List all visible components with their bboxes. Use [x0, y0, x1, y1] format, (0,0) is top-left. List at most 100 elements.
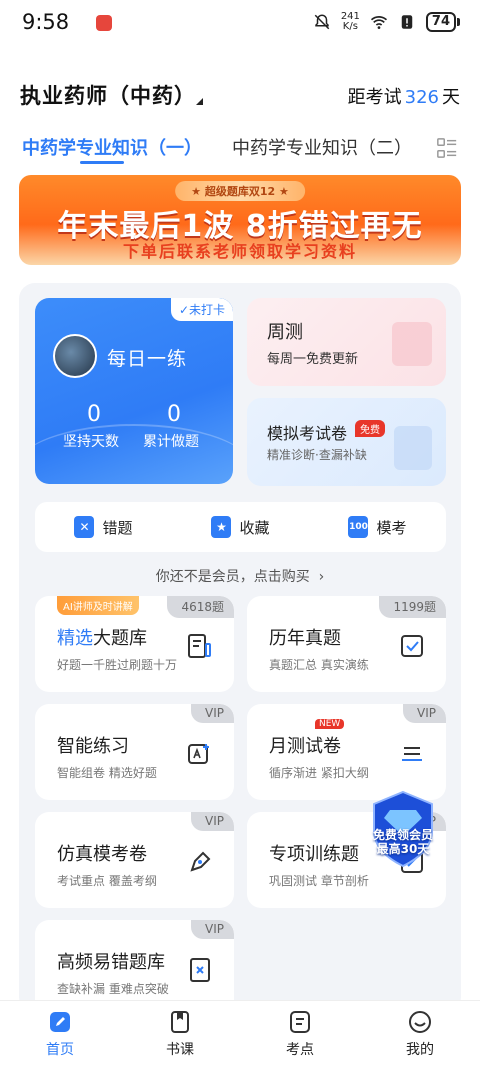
- banner-subtitle: 下单后联系老师领取学习资料: [122, 242, 357, 261]
- promo-banner[interactable]: ★ 超级题库双12 ★ 年末最后1波 8折错过再无 下单后联系老师领取学习资料: [19, 175, 461, 265]
- caret-down-icon[interactable]: [196, 98, 203, 105]
- nav-courses[interactable]: 书课: [140, 1009, 220, 1059]
- chevron-right-icon: ›: [314, 569, 325, 585]
- topic-training-subtitle: 巩固测试 章节剖析: [269, 874, 369, 888]
- mock-exam-subtitle: 精准诊断·查漏补缺: [267, 448, 367, 462]
- status-icons: 241 K/s 74: [313, 12, 460, 32]
- star-bookmark-icon: ★: [211, 516, 232, 538]
- status-time: 9:58: [22, 10, 70, 34]
- exam-selector[interactable]: 执业药师（中药）: [20, 80, 196, 110]
- free-membership-promo[interactable]: 免费领会员 最高30天: [360, 790, 446, 870]
- total-questions-label: 累计做题: [143, 434, 199, 450]
- countdown-suffix: 天: [442, 87, 460, 108]
- promo-line-2: 最高30天: [376, 842, 430, 856]
- promo-line-1: 免费领会员: [372, 828, 433, 842]
- exam-paper-icon: [394, 426, 432, 470]
- favorites-label: 收藏: [239, 518, 270, 537]
- mock-exam-title: 模拟考试卷: [267, 424, 348, 443]
- daily-practice-card[interactable]: ✓未打卡 每日一练 0 坚持天数 0 累计做题: [35, 298, 233, 484]
- quick-actions: ✕ 错题 ★ 收藏 100 模考: [35, 502, 446, 552]
- checkin-status-tag: ✓未打卡: [170, 298, 233, 321]
- avatar: [53, 334, 97, 378]
- promo-text: 免费领会员 最高30天: [360, 828, 446, 856]
- vip-tag: VIP: [403, 704, 446, 723]
- free-badge: 免费: [355, 420, 385, 437]
- simulated-exam-title: 仿真模考卷: [57, 844, 147, 865]
- topic-training-title: 专项训练题: [269, 844, 359, 865]
- list-icon: [402, 747, 422, 761]
- notebook-pen-icon: [188, 634, 211, 658]
- countdown-days: 326: [404, 87, 439, 108]
- tab-subject-2[interactable]: 中药学专业知识（二）: [232, 134, 412, 160]
- frequent-errors-title: 高频易错题库: [57, 952, 165, 973]
- past-exams-subtitle: 真题汇总 真实演练: [269, 658, 369, 672]
- alert-icon: [401, 15, 413, 29]
- title-rest: 大题库: [93, 628, 147, 649]
- question-count-tag: 1199题: [379, 596, 446, 618]
- smart-practice-subtitle: 智能组卷 精选好题: [57, 766, 157, 780]
- weekly-test-subtitle: 每周一免费更新: [267, 352, 359, 367]
- smart-practice-card[interactable]: VIP 智能练习 智能组卷 精选好题: [35, 704, 234, 800]
- battery-tip: [457, 18, 460, 26]
- bottom-navigation: 首页 书课 考点 我的: [0, 1000, 480, 1066]
- x-icon: ✕: [74, 516, 95, 538]
- weekly-test-card[interactable]: 周测 每周一免费更新: [247, 298, 446, 386]
- wrong-questions-label: 错题: [102, 518, 133, 537]
- weekly-test-title: 周测: [267, 322, 303, 343]
- wifi-icon: [370, 16, 387, 29]
- new-badge: NEW: [315, 719, 345, 729]
- streak-days-label: 坚持天数: [63, 434, 119, 450]
- mock-test-button[interactable]: 100 模考: [348, 516, 407, 538]
- nav-key-points[interactable]: 考点: [260, 1009, 340, 1059]
- exam-countdown: 距考试 326 天: [348, 83, 460, 109]
- smart-practice-title: 智能练习: [57, 736, 129, 757]
- notes-icon: [290, 1010, 310, 1033]
- document-x-icon: [190, 958, 210, 982]
- home-edit-icon: [50, 1011, 70, 1032]
- question-count-tag: 4618题: [167, 596, 234, 618]
- wrong-questions-button[interactable]: ✕ 错题: [74, 516, 133, 538]
- nav-home[interactable]: 首页: [20, 1009, 100, 1059]
- ai-edit-icon: [188, 744, 209, 764]
- ai-tutor-badge: AI讲师及时讲解: [57, 596, 139, 615]
- member-tip-text: 你还不是会员，点击购买: [155, 569, 310, 585]
- question-bank-subtitle: 好题一千胜过刷题十万: [57, 658, 178, 672]
- question-bank-title: 精选大题库: [57, 624, 147, 650]
- smile-profile-icon: [409, 1010, 431, 1033]
- daily-practice-title: 每日一练: [107, 348, 188, 370]
- frequent-errors-subtitle: 查缺补漏 重难点突破: [57, 982, 169, 996]
- nav-profile[interactable]: 我的: [380, 1009, 460, 1059]
- vip-tag: VIP: [191, 812, 234, 831]
- member-purchase-link[interactable]: 你还不是会员，点击购买 ›: [0, 566, 480, 586]
- past-exams-card[interactable]: 1199题 历年真题 真题汇总 真实演练: [247, 596, 446, 692]
- list-grid-icon[interactable]: [436, 137, 458, 159]
- mute-bell-icon: [314, 14, 330, 30]
- net-speed-unit: K/s: [342, 21, 358, 32]
- countdown-prefix: 距考试: [347, 87, 402, 108]
- book-icon: [171, 1010, 189, 1033]
- mock-test-label: 模考: [376, 518, 407, 537]
- mock-exam-card[interactable]: 模拟考试卷 免费 精准诊断·查漏补缺: [247, 398, 446, 486]
- question-bank-card[interactable]: AI讲师及时讲解 4618题 精选大题库 好题一千胜过刷题十万: [35, 596, 234, 692]
- monthly-test-card[interactable]: NEW VIP 月测试卷 循序渐进 紧扣大纲: [247, 704, 446, 800]
- vip-tag: VIP: [191, 704, 234, 723]
- document-icon: [392, 322, 432, 366]
- streak-days-value: 0: [87, 402, 101, 427]
- vip-tag: VIP: [191, 920, 234, 939]
- nav-key-points-label: 考点: [286, 1041, 314, 1058]
- title-highlight: 精选: [57, 628, 93, 649]
- network-speed: 241 K/s: [341, 12, 360, 32]
- monthly-test-subtitle: 循序渐进 紧扣大纲: [269, 766, 369, 780]
- tab-active-indicator: [80, 161, 124, 164]
- nav-home-label: 首页: [46, 1041, 74, 1058]
- favorites-button[interactable]: ★ 收藏: [211, 516, 270, 538]
- tab-subject-1[interactable]: 中药学专业知识（一）: [22, 134, 202, 160]
- past-exams-title: 历年真题: [269, 628, 341, 649]
- nav-profile-label: 我的: [406, 1041, 434, 1058]
- checklist-icon: [401, 635, 423, 657]
- total-questions-value: 0: [167, 402, 181, 427]
- monthly-test-title: 月测试卷: [269, 736, 341, 757]
- hundred-icon: 100: [348, 516, 369, 538]
- simulated-exam-card[interactable]: VIP 仿真模考卷 考试重点 覆盖考纲: [35, 812, 234, 908]
- battery-level: 74: [425, 12, 456, 32]
